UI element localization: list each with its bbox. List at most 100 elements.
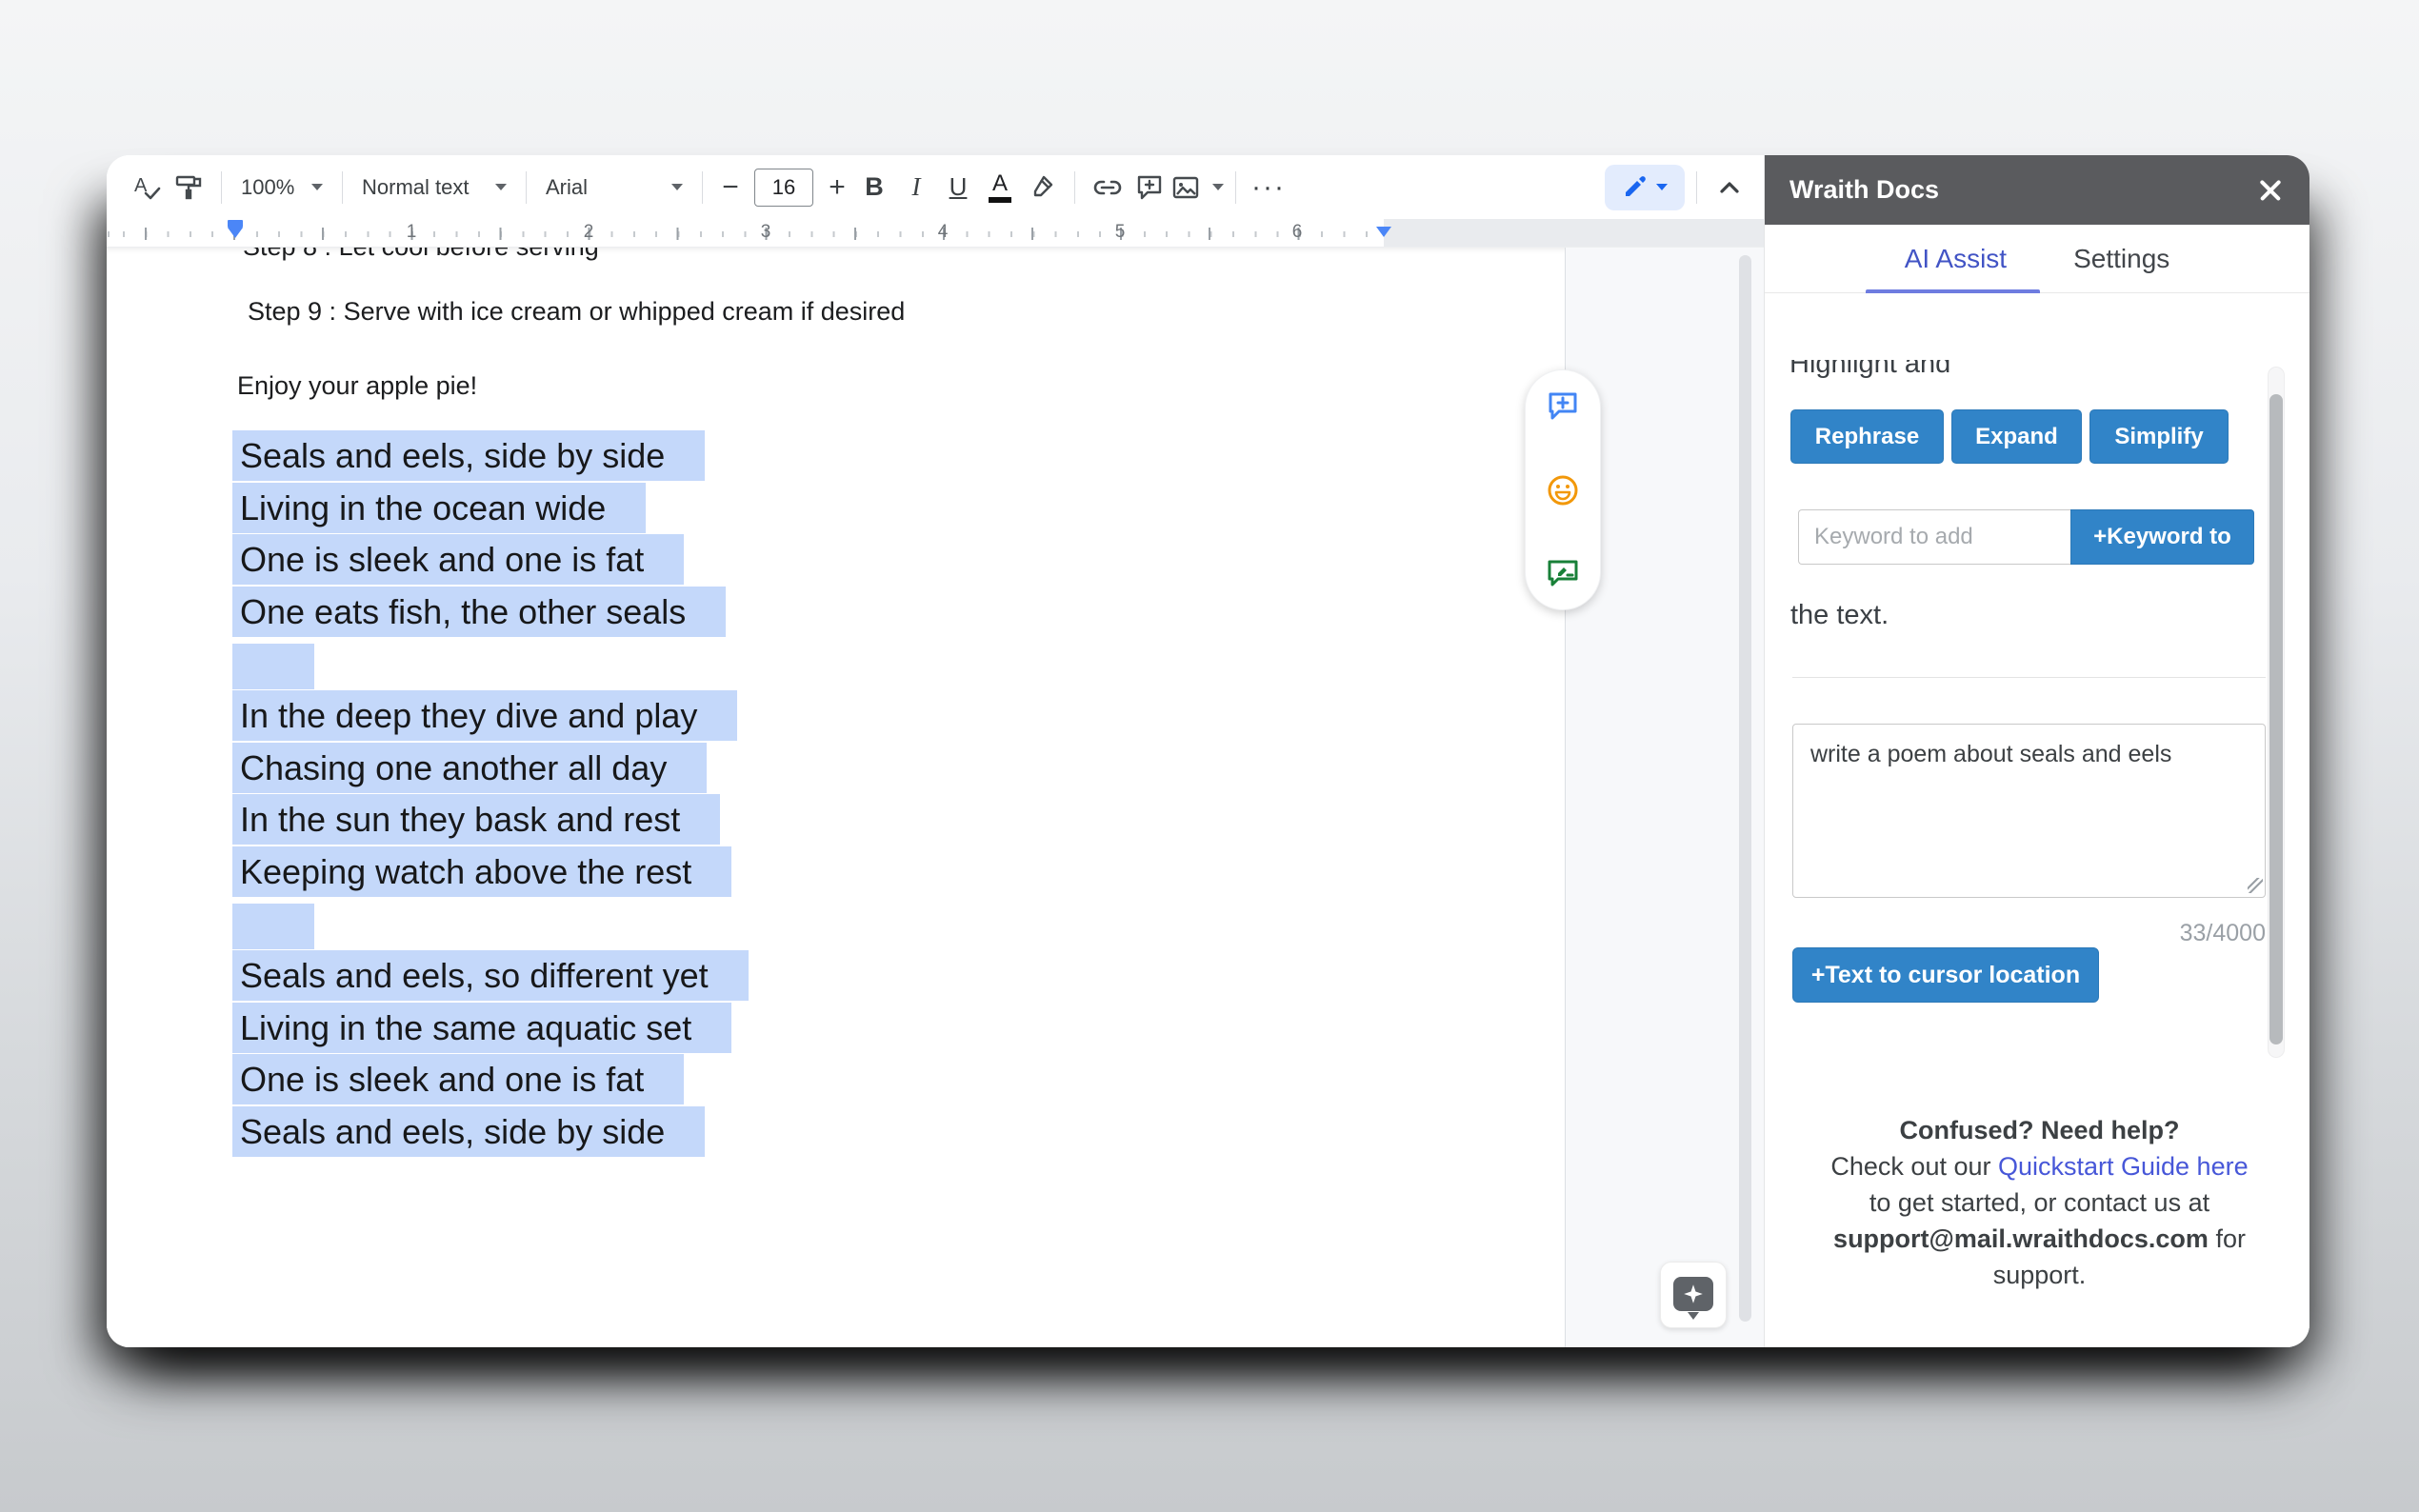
emoji-reaction-icon[interactable] xyxy=(1545,472,1581,508)
rephrase-button[interactable]: Rephrase xyxy=(1790,409,1944,464)
poem-line[interactable]: Chasing one another all day xyxy=(240,748,749,801)
paint-format-icon[interactable] xyxy=(168,167,210,209)
panel-header: Wraith Docs xyxy=(1765,155,2309,225)
text-color-button[interactable]: A xyxy=(979,167,1021,209)
toolbar-divider xyxy=(1235,171,1236,204)
highlighted-text[interactable] xyxy=(232,644,314,689)
highlighted-text[interactable]: Seals and eels, side by side xyxy=(232,1106,705,1157)
tab-settings[interactable]: Settings xyxy=(2073,244,2169,274)
poem-line[interactable]: Keeping watch above the rest xyxy=(240,852,749,905)
font-size-decrease-button[interactable]: − xyxy=(714,171,747,204)
highlighted-text[interactable]: One is sleek and one is fat xyxy=(232,1054,684,1104)
help-line-5: support. xyxy=(1780,1257,2299,1293)
ruler: 1234567 xyxy=(107,219,1764,248)
highlighted-text[interactable]: One is sleek and one is fat xyxy=(232,534,684,585)
highlighted-text[interactable]: In the deep they dive and play xyxy=(232,690,737,741)
poem-line[interactable]: One is sleek and one is fat xyxy=(240,540,749,592)
poem-line[interactable] xyxy=(240,904,749,956)
paragraph-step9[interactable]: Step 9 : Serve with ice cream or whipped… xyxy=(248,297,905,327)
collapse-toolbar-button[interactable] xyxy=(1709,167,1750,209)
textarea-resize-handle[interactable] xyxy=(2248,878,2263,893)
paragraph-enjoy[interactable]: Enjoy your apple pie! xyxy=(237,371,477,401)
right-indent-marker[interactable] xyxy=(1376,227,1391,237)
tab-ai-assist[interactable]: AI Assist xyxy=(1905,244,2007,274)
help-line-2-prefix: Check out our xyxy=(1830,1152,1998,1181)
highlighted-text[interactable]: In the sun they bask and rest xyxy=(232,794,720,845)
docs-toolbar: A 100% Normal text Arial xyxy=(107,155,1764,219)
poem-selected-text[interactable]: Seals and eels, side by side Living in t… xyxy=(240,436,749,1164)
close-icon[interactable] xyxy=(2256,176,2285,205)
zoom-select[interactable]: 100% xyxy=(233,167,330,209)
highlight-color-icon[interactable] xyxy=(1021,167,1063,209)
highlighted-text[interactable] xyxy=(232,904,314,949)
poem-line[interactable]: In the deep they dive and play xyxy=(240,696,749,748)
poem-line[interactable]: Seals and eels, side by side xyxy=(240,1112,749,1164)
support-email: support@mail.wraithdocs.com xyxy=(1833,1224,2209,1253)
document-canvas[interactable]: Step 8 : Let cool before serving Step 9 … xyxy=(107,248,1764,1347)
insert-image-icon[interactable] xyxy=(1170,167,1224,209)
add-comment-icon[interactable] xyxy=(1545,388,1581,424)
highlighted-text[interactable]: Seals and eels, side by side xyxy=(232,430,705,481)
toolbar-divider xyxy=(526,171,527,204)
keyword-row: +Keyword to xyxy=(1798,509,2254,565)
toolbar-divider xyxy=(702,171,703,204)
ai-prompt-textarea[interactable]: write a poem about seals and eels xyxy=(1792,724,2266,898)
toolbar-divider xyxy=(221,171,222,204)
paragraph-style-select[interactable]: Normal text xyxy=(354,167,514,209)
paragraph-clipped-top[interactable]: Step 8 : Let cool before serving xyxy=(243,248,599,262)
highlighted-text[interactable]: Keeping watch above the rest xyxy=(232,846,731,897)
simplify-button[interactable]: Simplify xyxy=(2089,409,2229,464)
zoom-value: 100% xyxy=(241,175,300,200)
explore-button[interactable] xyxy=(1660,1262,1727,1328)
panel-tabs: AI Assist Settings xyxy=(1765,225,2309,293)
panel-scrollbar-thumb[interactable] xyxy=(2269,394,2283,1044)
more-options-button[interactable]: ··· xyxy=(1248,167,1289,209)
keyword-input[interactable] xyxy=(1798,509,2070,565)
the-text-label: the text. xyxy=(1790,600,1889,631)
font-size-increase-button[interactable]: + xyxy=(821,171,853,204)
quickstart-guide-link[interactable]: Quickstart Guide here xyxy=(1998,1152,2249,1181)
pencil-icon xyxy=(1622,175,1647,200)
expand-button[interactable]: Expand xyxy=(1951,409,2082,464)
poem-line[interactable]: Living in the same aquatic set xyxy=(240,1008,749,1061)
font-select[interactable]: Arial xyxy=(538,167,690,209)
poem-line[interactable]: One eats fish, the other seals xyxy=(240,592,749,645)
toolbar-right-group xyxy=(1605,155,1750,219)
highlighted-text[interactable]: Seals and eels, so different yet xyxy=(232,950,749,1001)
chevron-down-icon xyxy=(1656,184,1668,190)
add-comment-icon[interactable] xyxy=(1129,167,1170,209)
highlighted-text[interactable]: Living in the ocean wide xyxy=(232,483,646,533)
clipped-section-heading: Highlight and xyxy=(1789,360,2094,385)
highlighted-text[interactable]: Chasing one another all day xyxy=(232,743,707,793)
character-counter: 33/4000 xyxy=(1792,920,2266,947)
highlighted-text[interactable]: One eats fish, the other seals xyxy=(232,587,726,637)
chevron-down-icon xyxy=(671,184,683,190)
insert-link-icon[interactable] xyxy=(1087,167,1129,209)
ruler-number: 6 xyxy=(1292,222,1303,243)
poem-line[interactable]: Living in the ocean wide xyxy=(240,488,749,541)
left-indent-marker[interactable] xyxy=(228,220,243,238)
font-size-field[interactable]: 16 xyxy=(754,169,813,207)
suggest-edits-icon[interactable] xyxy=(1545,556,1581,592)
italic-button[interactable]: I xyxy=(895,167,937,209)
poem-line[interactable]: One is sleek and one is fat xyxy=(240,1060,749,1112)
ruler-number: 1 xyxy=(407,222,417,243)
document-scrollbar[interactable] xyxy=(1739,255,1751,1322)
add-keyword-button[interactable]: +Keyword to xyxy=(2070,509,2254,565)
ruler-right-margin-area xyxy=(1384,219,1764,247)
poem-line[interactable]: Seals and eels, so different yet xyxy=(240,956,749,1008)
text-to-cursor-button[interactable]: +Text to cursor location xyxy=(1792,947,2099,1003)
chevron-down-icon xyxy=(1212,184,1224,190)
bold-button[interactable]: B xyxy=(853,167,895,209)
help-line-2: Check out our Quickstart Guide here xyxy=(1780,1148,2299,1184)
ruler-number: 3 xyxy=(761,222,771,243)
font-value: Arial xyxy=(546,175,660,200)
poem-line[interactable] xyxy=(240,644,749,696)
help-line-4-suffix: for xyxy=(2209,1224,2246,1253)
highlighted-text[interactable]: Living in the same aquatic set xyxy=(232,1003,731,1053)
spellcheck-icon[interactable]: A xyxy=(126,167,168,209)
editing-mode-button[interactable] xyxy=(1605,165,1685,210)
poem-line[interactable]: In the sun they bask and rest xyxy=(240,800,749,852)
underline-button[interactable]: U xyxy=(937,167,979,209)
poem-line[interactable]: Seals and eels, side by side xyxy=(240,436,749,488)
